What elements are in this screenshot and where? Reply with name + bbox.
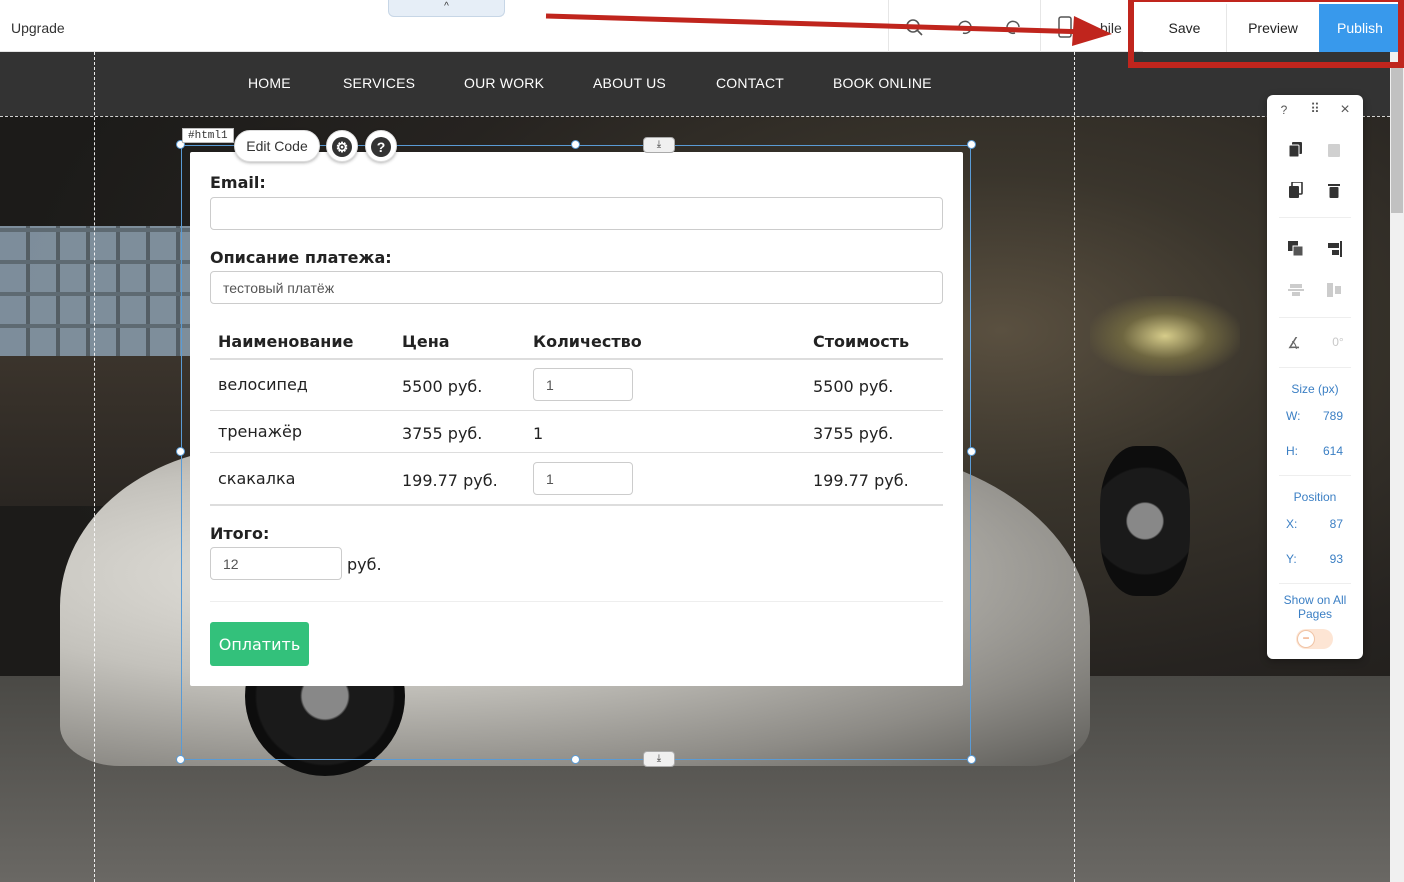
distribute-icon [1286, 282, 1306, 301]
help-button[interactable]: ? [365, 130, 397, 162]
panel-divider [1279, 217, 1351, 218]
edit-code-button[interactable]: Edit Code [234, 130, 320, 162]
scrollbar-thumb[interactable] [1391, 68, 1403, 213]
height-value[interactable]: 614 [1311, 444, 1343, 458]
nav-services[interactable]: SERVICES [343, 75, 415, 91]
match-size-icon [1324, 282, 1344, 301]
align-icon[interactable] [1324, 241, 1344, 260]
help-icon[interactable]: ? [1274, 103, 1294, 117]
layout-tools-panel: ? ⠿ × ∡ 0° Size (px) W: 789 H: 614 Posit… [1267, 95, 1363, 659]
position-title: Position [1293, 490, 1337, 504]
upgrade-link[interactable]: Upgrade [11, 20, 65, 36]
show-on-all-pages-label: Show on All [1283, 593, 1347, 607]
download-icon: ⤓ [656, 139, 662, 150]
resize-handle[interactable] [176, 447, 185, 456]
duplicate-icon[interactable] [1286, 181, 1306, 201]
nav-book-online[interactable]: BOOK ONLINE [833, 75, 932, 91]
grid-guide-line [1074, 52, 1075, 882]
rotate-icon[interactable]: ∡ [1284, 334, 1304, 352]
resize-handle[interactable] [967, 140, 976, 149]
chevron-up-icon: ^ [444, 1, 449, 12]
grid-guide-line [94, 52, 95, 882]
rotation-value[interactable]: 0° [1325, 335, 1351, 349]
toggle-off-icon: − [1297, 630, 1315, 648]
annotation-arrow [545, 13, 1112, 46]
x-label: X: [1286, 517, 1298, 531]
garage-window-grid [0, 226, 190, 356]
garage-light [1090, 296, 1240, 376]
nav-contact[interactable]: CONTACT [716, 75, 784, 91]
section-guide-line [0, 116, 1390, 117]
delete-icon[interactable] [1324, 182, 1344, 201]
nav-about-us[interactable]: ABOUT US [593, 75, 666, 91]
element-id-tag: #html1 [182, 128, 234, 143]
copy-icon[interactable] [1286, 142, 1306, 161]
show-on-all-pages-toggle[interactable]: − [1296, 629, 1333, 649]
question-icon: ? [371, 137, 391, 157]
size-title: Size (px) [1291, 382, 1339, 396]
show-on-all-pages-label-line2: Pages [1297, 607, 1333, 621]
gear-icon: ⚙ [332, 137, 352, 157]
car-wheel [1100, 446, 1190, 596]
panel-divider [1279, 475, 1351, 476]
paste-icon [1324, 142, 1344, 161]
resize-handle[interactable] [967, 447, 976, 456]
stretch-top-button[interactable]: ⤓ [643, 137, 675, 153]
arrange-icon[interactable] [1286, 241, 1306, 260]
element-selection-frame [181, 145, 971, 760]
y-value[interactable]: 93 [1311, 552, 1343, 566]
resize-handle[interactable] [571, 140, 580, 149]
width-value[interactable]: 789 [1311, 409, 1343, 423]
panel-divider [1279, 367, 1351, 368]
nav-home[interactable]: HOME [248, 75, 291, 91]
x-value[interactable]: 87 [1311, 517, 1343, 531]
annotation-highlight-box [1128, 0, 1404, 68]
width-label: W: [1286, 409, 1301, 423]
download-icon: ⤓ [656, 753, 662, 764]
close-icon[interactable]: × [1335, 101, 1355, 119]
y-label: Y: [1286, 552, 1297, 566]
nav-our-work[interactable]: OUR WORK [464, 75, 544, 91]
collapse-toolbar-tab[interactable]: ^ [388, 0, 505, 17]
resize-handle[interactable] [571, 755, 580, 764]
settings-button[interactable]: ⚙ [326, 130, 358, 162]
drag-handle-icon[interactable]: ⠿ [1305, 101, 1325, 117]
height-label: H: [1286, 444, 1298, 458]
resize-handle[interactable] [176, 755, 185, 764]
panel-divider [1279, 583, 1351, 584]
resize-handle[interactable] [967, 755, 976, 764]
panel-divider [1279, 317, 1351, 318]
stretch-bottom-button[interactable]: ⤓ [643, 751, 675, 767]
